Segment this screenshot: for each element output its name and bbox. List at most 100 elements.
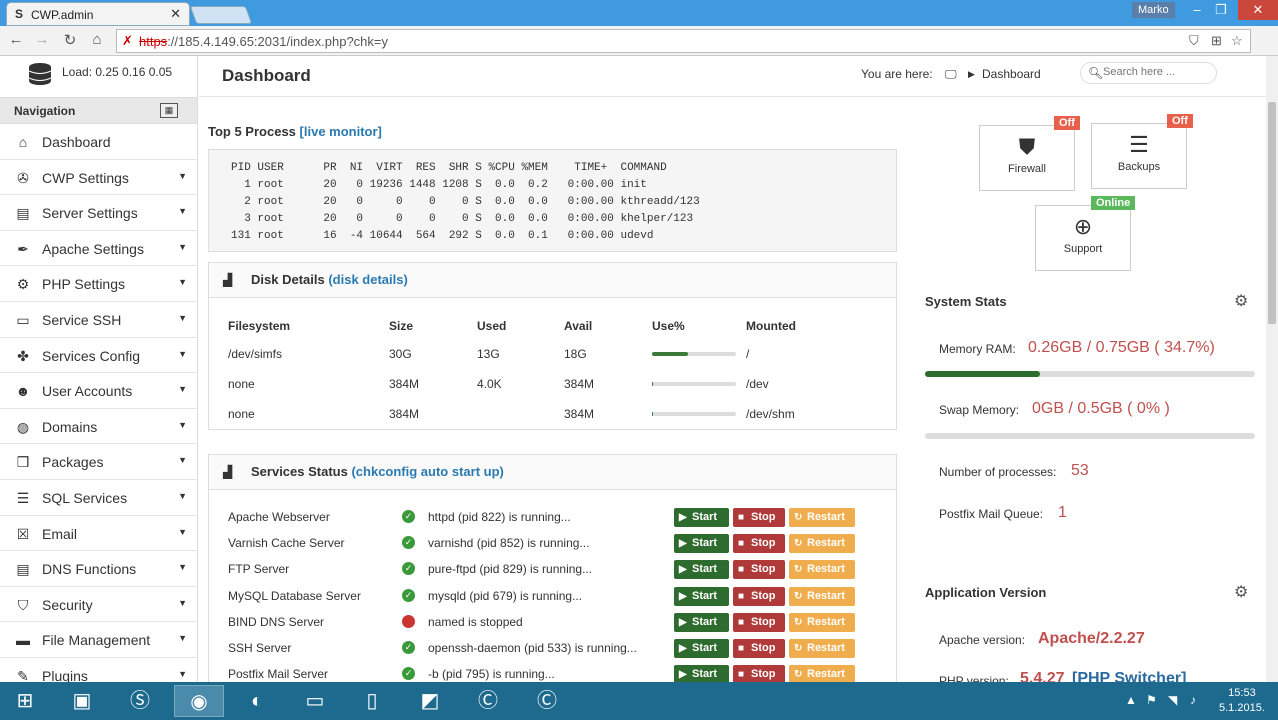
- disk-cell-size: 384M: [389, 377, 420, 391]
- sidebar-item-apache-settings[interactable]: ✒ Apache Settings ▼: [0, 230, 197, 267]
- sidebar-item-dns-functions[interactable]: ▤ DNS Functions ▼: [0, 551, 197, 587]
- sidebar-item-security[interactable]: ⛉ Security ▼: [0, 586, 197, 623]
- sidebar-item-server-settings[interactable]: ▤ Server Settings ▼: [0, 195, 197, 231]
- scrollbar-thumb[interactable]: [1268, 102, 1276, 324]
- media-icon[interactable]: ◐: [232, 685, 282, 717]
- sidebar-item-php-settings[interactable]: ⚙ PHP Settings ▼: [0, 266, 197, 302]
- forward-icon[interactable]: →: [32, 31, 52, 48]
- sidebar-item-label: File Management: [42, 632, 151, 649]
- backups-button[interactable]: ☰ Backups: [1091, 123, 1187, 189]
- shield-icon[interactable]: ⛉: [1189, 33, 1199, 49]
- camtasia-icon[interactable]: Ⓒ: [463, 685, 513, 717]
- memory-value: 0.26GB / 0.75GB ( 34.7%): [1028, 339, 1215, 356]
- camtasia-recorder-icon[interactable]: Ⓒ: [522, 685, 572, 717]
- new-tab-button[interactable]: [189, 6, 253, 24]
- volume-icon[interactable]: ♪: [1190, 693, 1196, 707]
- reload-icon[interactable]: ↻: [60, 31, 80, 49]
- sidebar-item-plugins[interactable]: ✎ Plugins ▼: [0, 657, 197, 682]
- breadcrumb[interactable]: Dashboard: [982, 67, 1041, 81]
- taskbar-clock[interactable]: 15:53 5.1.2015.: [1219, 686, 1265, 716]
- chkconfig-link[interactable]: (chkconfig auto start up): [351, 464, 503, 479]
- browser-tab[interactable]: S CWP.admin ✕: [6, 2, 190, 26]
- page-scrollbar[interactable]: [1266, 56, 1278, 682]
- live-monitor-link[interactable]: [live monitor]: [300, 124, 382, 139]
- browser-titlebar: S CWP.admin ✕ Marko – ❐ ✕: [0, 0, 1278, 26]
- document-icon[interactable]: ▯: [347, 685, 397, 717]
- disk-details-link[interactable]: (disk details): [328, 272, 407, 287]
- application-version-gear-icon[interactable]: ⚙: [1234, 582, 1248, 602]
- bookmark-star-icon[interactable]: ☆: [1231, 33, 1243, 49]
- start-button[interactable]: ▶ Start: [674, 560, 729, 580]
- stop-button[interactable]: ■ Stop: [733, 534, 785, 554]
- process-row: 3 root 20 0 0 0 0 S 0.0 0.0 0:00.00 khel…: [231, 213, 694, 225]
- sidebar-toggle-icon[interactable]: ▦: [160, 103, 178, 118]
- restart-icon: ↻: [794, 538, 803, 550]
- start-button[interactable]: ▶ Start: [674, 534, 729, 554]
- search-input[interactable]: Search here ...: [1103, 66, 1175, 78]
- skype-icon[interactable]: Ⓢ: [115, 685, 165, 717]
- sidebar-item-cwp-settings[interactable]: ✇ CWP Settings ▼: [0, 159, 197, 196]
- sidebar-item-dashboard[interactable]: ⌂ Dashboard: [0, 124, 197, 160]
- network-icon[interactable]: ⚑: [1146, 693, 1157, 707]
- start-button[interactable]: ▶ Start: [674, 508, 729, 527]
- stop-button[interactable]: ■ Stop: [733, 586, 785, 606]
- home-icon[interactable]: ⌂: [87, 31, 107, 48]
- stop-button[interactable]: ■ Stop: [733, 639, 785, 658]
- stop-button[interactable]: ■ Stop: [733, 508, 785, 527]
- wifi-icon[interactable]: ◥: [1168, 693, 1177, 707]
- translate-icon[interactable]: ⊞: [1211, 33, 1222, 49]
- sidebar-item-service-ssh[interactable]: ▭ Service SSH ▼: [0, 301, 197, 338]
- restart-label: Restart: [807, 615, 845, 628]
- start-button[interactable]: ▶ Start: [674, 639, 729, 658]
- sidebar-item-label: Server Settings: [42, 205, 138, 222]
- sidebar-item-services-config[interactable]: ✤ Services Config ▼: [0, 337, 197, 374]
- stop-icon: ■: [738, 643, 745, 654]
- browser-user[interactable]: Marko: [1132, 2, 1175, 18]
- disk-cell-mount: /: [746, 347, 750, 361]
- stop-button[interactable]: ■ Stop: [733, 612, 785, 632]
- explorer-icon[interactable]: ▭: [290, 685, 340, 717]
- sidebar-item-label: Dashboard: [42, 134, 111, 150]
- shield-icon: ⛉: [17, 596, 29, 613]
- sidebar-item-packages[interactable]: ❒ Packages ▼: [0, 444, 197, 480]
- tab-close-icon[interactable]: ✕: [170, 6, 181, 22]
- minimize-icon[interactable]: –: [1186, 2, 1208, 17]
- chrome-icon[interactable]: ◉: [174, 685, 224, 717]
- start-button[interactable]: ▶ Start: [674, 586, 729, 606]
- start-button-icon[interactable]: ⊞: [0, 685, 50, 717]
- disk-usage-bar-fill: [652, 412, 653, 416]
- restart-button[interactable]: ↻ Restart: [789, 560, 855, 580]
- firewall-button[interactable]: ⛊ Firewall: [979, 125, 1075, 191]
- sidebar-item-domains[interactable]: ◍ Domains ▼: [0, 408, 197, 445]
- stop-icon: ■: [738, 590, 745, 602]
- restart-button[interactable]: ↻ Restart: [789, 586, 855, 606]
- caret-down-icon: ▼: [178, 526, 187, 537]
- support-button[interactable]: ⊕ Support: [1035, 205, 1131, 271]
- start-button[interactable]: ▶ Start: [674, 612, 729, 632]
- tray-arrow-icon[interactable]: ▲: [1125, 693, 1137, 707]
- stop-button[interactable]: ■ Stop: [733, 560, 785, 580]
- system-stats-gear-icon[interactable]: ⚙: [1234, 291, 1248, 311]
- restart-button[interactable]: ↻ Restart: [789, 508, 855, 527]
- sidebar-item-label: DNS Functions: [42, 561, 137, 578]
- restart-button[interactable]: ↻ Restart: [789, 639, 855, 658]
- restart-label: Restart: [807, 668, 845, 681]
- restart-button[interactable]: ↻ Restart: [789, 534, 855, 554]
- tool-icon[interactable]: ◩: [405, 685, 455, 717]
- sidebar-item-email[interactable]: ☒ Email ▼: [0, 515, 197, 552]
- sidebar-item-user-accounts[interactable]: ☻ User Accounts ▼: [0, 373, 197, 409]
- caret-down-icon: ▼: [178, 490, 187, 501]
- store-icon[interactable]: ▣: [57, 685, 107, 717]
- caret-down-icon: ▼: [178, 241, 187, 252]
- search-box[interactable]: 🔍︎ Search here ...: [1080, 62, 1217, 84]
- restore-icon[interactable]: ❐: [1210, 2, 1232, 18]
- sidebar-item-file-management[interactable]: ▬ File Management ▼: [0, 622, 197, 658]
- back-icon[interactable]: ←: [6, 31, 26, 48]
- url-scheme: https: [139, 34, 168, 49]
- navigation-title: Navigation: [14, 104, 76, 118]
- sidebar-item-sql-services[interactable]: ☰ SQL Services ▼: [0, 479, 197, 516]
- window-close-icon[interactable]: ✕: [1238, 0, 1278, 20]
- url-bar[interactable]: ✗ https://185.4.149.65:2031/index.php?ch…: [116, 29, 1251, 53]
- insecure-lock-icon[interactable]: ✗: [122, 33, 133, 49]
- restart-button[interactable]: ↻ Restart: [789, 612, 855, 632]
